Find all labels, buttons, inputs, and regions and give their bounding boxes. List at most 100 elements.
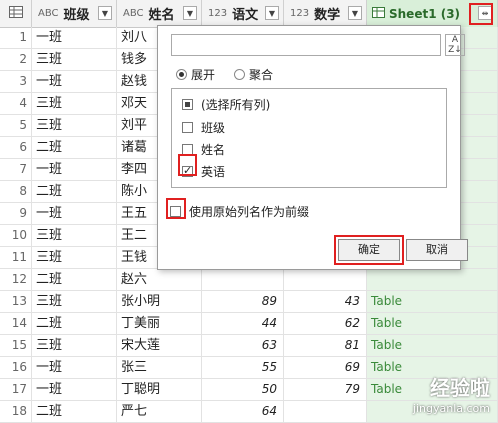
table-row[interactable]: 16 一班 张三 55 69 Table <box>0 357 498 379</box>
cell-name[interactable]: 张三 <box>117 357 202 378</box>
column-header-math[interactable]: 123 数学 ▼ <box>284 0 367 27</box>
cell-class[interactable]: 二班 <box>32 137 117 158</box>
table-icon <box>372 6 385 21</box>
column-header-chinese[interactable]: 123 语文 ▼ <box>202 0 284 27</box>
cell-math[interactable]: 69 <box>284 357 367 378</box>
column-header-name[interactable]: ABC 姓名 ▼ <box>117 0 202 27</box>
sort-az-icon[interactable]: A Z↓ <box>445 34 465 56</box>
cell-class[interactable]: 二班 <box>32 181 117 202</box>
expand-label: 展开 <box>191 68 216 82</box>
cell-class[interactable]: 一班 <box>32 27 117 48</box>
watermark-logo: 经验啦 <box>430 376 490 400</box>
cell-class[interactable]: 三班 <box>32 225 117 246</box>
row-number: 7 <box>0 159 32 180</box>
aggregate-label: 聚合 <box>249 68 274 82</box>
cell-class[interactable]: 一班 <box>32 379 117 400</box>
cancel-button[interactable]: 取消 <box>406 239 468 261</box>
highlight-ok-button <box>334 235 404 265</box>
list-item-label: 英语 <box>201 165 226 179</box>
cell-class[interactable]: 二班 <box>32 269 117 290</box>
row-number: 17 <box>0 379 32 400</box>
radio-selected-icon <box>176 69 187 80</box>
cell-math[interactable]: 43 <box>284 291 367 312</box>
cell-class[interactable]: 二班 <box>32 401 117 422</box>
row-number: 6 <box>0 137 32 158</box>
expand-columns-popup: AZ↓ 展开 聚合 (选择所有列) 班级 姓名 英语 使用原始列名作为前缀 确定 <box>157 25 468 270</box>
list-item-select-all[interactable]: (选择所有列) <box>182 96 270 113</box>
cell-class[interactable]: 三班 <box>32 49 117 70</box>
row-number: 4 <box>0 93 32 114</box>
chevron-down-icon[interactable]: ▼ <box>348 6 362 20</box>
cell-name[interactable]: 赵六 <box>117 269 202 290</box>
chevron-down-icon[interactable]: ▼ <box>98 6 112 20</box>
column-header-label: Sheet1 (3) <box>389 6 461 21</box>
cell-name[interactable]: 丁聪明 <box>117 379 202 400</box>
list-item-class[interactable]: 班级 <box>182 119 225 136</box>
row-number: 9 <box>0 203 32 224</box>
cell-class[interactable]: 三班 <box>32 335 117 356</box>
cell-math[interactable]: 79 <box>284 379 367 400</box>
checkbox-icon[interactable] <box>182 122 193 133</box>
cell-chinese[interactable]: 44 <box>202 313 284 334</box>
table-row[interactable]: 12 二班 赵六 <box>0 269 498 291</box>
search-input[interactable] <box>171 34 441 56</box>
cell-math[interactable]: 62 <box>284 313 367 334</box>
text-type-icon: ABC <box>38 7 59 19</box>
cell-chinese[interactable]: 64 <box>202 401 284 422</box>
row-number: 2 <box>0 49 32 70</box>
cell-class[interactable]: 一班 <box>32 71 117 92</box>
prefix-option[interactable]: 使用原始列名作为前缀 <box>170 203 309 220</box>
chevron-down-icon[interactable]: ▼ <box>183 6 197 20</box>
select-all-corner[interactable] <box>0 0 32 27</box>
cell-chinese[interactable]: 50 <box>202 379 284 400</box>
column-header-class[interactable]: ABC 班级 ▼ <box>32 0 117 27</box>
table-row[interactable]: 17 一班 丁聪明 50 79 Table <box>0 379 498 401</box>
aggregate-radio[interactable]: 聚合 <box>234 66 273 83</box>
cell-name[interactable]: 张小明 <box>117 291 202 312</box>
cell-chinese[interactable] <box>202 269 284 290</box>
cell-math[interactable] <box>284 269 367 290</box>
cell-class[interactable]: 三班 <box>32 247 117 268</box>
row-number: 16 <box>0 357 32 378</box>
row-number: 18 <box>0 401 32 422</box>
row-number: 3 <box>0 71 32 92</box>
cell-name[interactable]: 宋大莲 <box>117 335 202 356</box>
number-type-icon: 123 <box>208 7 228 19</box>
expand-radio[interactable]: 展开 <box>176 66 215 83</box>
cell-name[interactable]: 丁美丽 <box>117 313 202 334</box>
table-row[interactable]: 15 三班 宋大莲 63 81 Table <box>0 335 498 357</box>
chevron-down-icon[interactable]: ▼ <box>265 6 279 20</box>
cell-table[interactable]: Table <box>367 335 498 356</box>
cell-class[interactable]: 三班 <box>32 93 117 114</box>
cell-math[interactable] <box>284 401 367 422</box>
cell-class[interactable]: 一班 <box>32 159 117 180</box>
cell-chinese[interactable]: 89 <box>202 291 284 312</box>
cell-class[interactable]: 三班 <box>32 291 117 312</box>
cell-chinese[interactable]: 55 <box>202 357 284 378</box>
column-header-label: 语文 <box>232 8 259 23</box>
checkbox-partial-icon[interactable] <box>182 99 193 110</box>
table-row[interactable]: 14 二班 丁美丽 44 62 Table <box>0 313 498 335</box>
cell-table[interactable] <box>367 269 498 290</box>
row-number: 11 <box>0 247 32 268</box>
highlight-english-checkbox <box>178 154 197 176</box>
table-row[interactable]: 13 三班 张小明 89 43 Table <box>0 291 498 313</box>
cell-table[interactable]: Table <box>367 291 498 312</box>
cell-class[interactable]: 二班 <box>32 313 117 334</box>
cell-table[interactable]: Table <box>367 313 498 334</box>
cell-math[interactable]: 81 <box>284 335 367 356</box>
cell-class[interactable]: 一班 <box>32 203 117 224</box>
cell-chinese[interactable]: 63 <box>202 335 284 356</box>
cell-name[interactable]: 严七 <box>117 401 202 422</box>
column-header-label: 姓名 <box>148 8 175 23</box>
list-item-label: 班级 <box>201 121 226 135</box>
cell-class[interactable]: 一班 <box>32 357 117 378</box>
text-type-icon: ABC <box>123 7 144 19</box>
row-number: 10 <box>0 225 32 246</box>
number-type-icon: 123 <box>290 7 310 19</box>
highlight-prefix-checkbox <box>166 198 186 219</box>
radio-icon <box>234 69 245 80</box>
cell-class[interactable]: 三班 <box>32 115 117 136</box>
row-number: 8 <box>0 181 32 202</box>
column-header-row: ABC 班级 ▼ ABC 姓名 ▼ 123 语文 ▼ 123 数学 ▼ Shee… <box>0 0 498 28</box>
